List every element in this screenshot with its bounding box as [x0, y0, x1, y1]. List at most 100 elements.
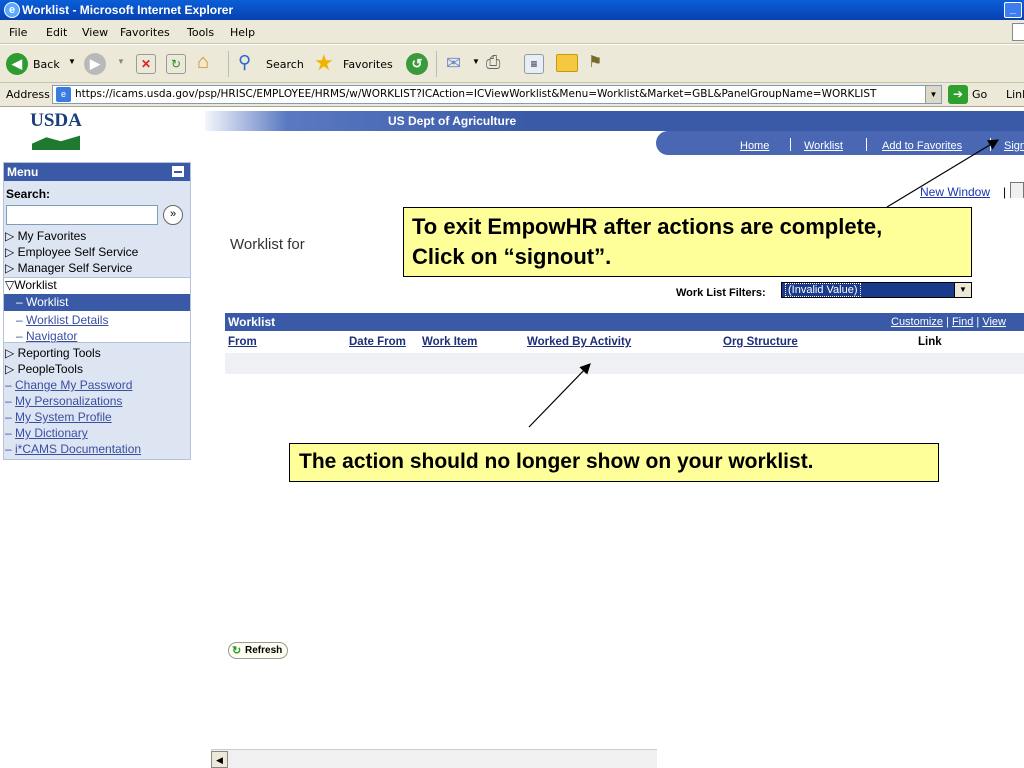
menu-favorites[interactable]: Favorites	[120, 26, 170, 39]
menu-item-worklist[interactable]: – Worklist	[16, 295, 68, 309]
usda-logo-text: USDA	[30, 110, 82, 131]
stop-icon[interactable]: ✕	[136, 54, 156, 74]
refresh-icon[interactable]: ↻	[166, 54, 186, 74]
ie-logo-icon: e	[4, 2, 20, 18]
nav-add-to-favorites-link[interactable]: Add to Favorites	[882, 140, 962, 152]
find-link[interactable]: Find	[952, 316, 973, 328]
menu-header: Menu	[4, 163, 190, 181]
mail-icon[interactable]: ✉	[446, 53, 461, 74]
menu-help[interactable]: Help	[230, 26, 255, 39]
address-field[interactable]: e https://icams.usda.gov/psp/HRISC/EMPLO…	[52, 85, 942, 104]
new-window-separator: |	[1003, 185, 1007, 199]
search-icon[interactable]: ⚲	[238, 52, 251, 73]
menu-item-icams-documentation[interactable]: – i*CAMS Documentation	[5, 442, 141, 456]
menu-item-employee-self-service[interactable]: ▷ Employee Self Service	[5, 245, 138, 259]
toolbar: ◀ Back ▼ ▶ ▼ ✕ ↻ ⌂ ⚲ Search ★ Favorites …	[0, 45, 1024, 83]
menu-bar: File Edit View Favorites Tools Help	[0, 20, 1024, 44]
links-label[interactable]: Link	[1006, 88, 1024, 101]
forward-dropdown-icon[interactable]: ▼	[117, 57, 125, 66]
new-window-link[interactable]: New Window	[920, 185, 990, 199]
search-button-label[interactable]: Search	[266, 58, 304, 71]
signout-instruction-callout: To exit EmpowHR after actions are comple…	[403, 207, 972, 277]
menu-edit[interactable]: Edit	[46, 26, 67, 39]
back-button-label[interactable]: Back	[33, 58, 60, 71]
callout-line-2: Click on “signout”.	[412, 244, 612, 269]
refresh-button[interactable]: ↻ Refresh	[228, 642, 288, 659]
menu-item-manager-self-service[interactable]: ▷ Manager Self Service	[5, 261, 132, 275]
toolbar-separator	[228, 51, 229, 77]
menu-item-peopletools[interactable]: ▷ PeopleTools	[5, 362, 83, 376]
column-link: Link	[918, 336, 942, 348]
worklist-for-heading: Worklist for	[230, 236, 305, 253]
address-dropdown-icon[interactable]: ▼	[925, 86, 941, 103]
messenger-icon[interactable]: ⚑	[588, 52, 602, 72]
address-label: Address	[6, 88, 50, 101]
menu-search-label: Search:	[6, 187, 51, 201]
edit-icon[interactable]: ≡	[524, 54, 544, 74]
nav-worklist-link[interactable]: Worklist	[804, 140, 843, 152]
worklist-filter-select[interactable]: (Invalid Value) ▼	[781, 282, 972, 298]
menu-tools[interactable]: Tools	[187, 26, 214, 39]
back-dropdown-icon[interactable]: ▼	[68, 57, 76, 66]
menu-item-my-dictionary[interactable]: – My Dictionary	[5, 426, 88, 440]
favorites-star-icon[interactable]: ★	[314, 50, 334, 76]
grid-tools: Customize | Find | View	[891, 316, 1006, 328]
menu-search-input[interactable]	[6, 205, 158, 225]
customize-link[interactable]: Customize	[891, 316, 943, 328]
column-date-from[interactable]: Date From	[349, 336, 406, 348]
usda-logo[interactable]: USDA	[28, 108, 84, 152]
view-all-link[interactable]: View	[982, 316, 1006, 328]
column-worked-by-activity[interactable]: Worked By Activity	[527, 336, 631, 348]
worklist-grid-title: Worklist	[228, 315, 276, 329]
page-icon: e	[56, 87, 71, 102]
address-url[interactable]: https://icams.usda.gov/psp/HRISC/EMPLOYE…	[75, 88, 876, 100]
horizontal-scrollbar[interactable]: ◀	[211, 749, 657, 768]
column-work-item[interactable]: Work Item	[422, 336, 477, 348]
home-icon[interactable]: ⌂	[197, 51, 209, 74]
menu-item-my-favorites[interactable]: ▷ My Favorites	[5, 229, 86, 243]
favorites-button-label[interactable]: Favorites	[343, 58, 393, 71]
go-arrow-icon[interactable]: ➔	[948, 85, 968, 104]
nav-separator	[790, 138, 791, 151]
menu-collapse-icon[interactable]	[172, 166, 184, 177]
menu-file[interactable]: File	[9, 26, 27, 39]
column-org-structure[interactable]: Org Structure	[723, 336, 798, 348]
menu-item-my-personalizations[interactable]: – My Personalizations	[5, 394, 122, 408]
filter-dropdown-icon[interactable]: ▼	[954, 283, 971, 297]
menu-item-my-system-profile[interactable]: – My System Profile	[5, 410, 112, 424]
column-from[interactable]: From	[228, 336, 257, 348]
menu-title: Menu	[7, 165, 39, 179]
org-name: US Dept of Agriculture	[388, 114, 517, 128]
menu-item-navigator[interactable]: – Navigator	[16, 329, 77, 343]
minimize-button[interactable]: _	[1004, 2, 1022, 18]
mail-dropdown-icon[interactable]: ▼	[472, 57, 480, 66]
window-title: Worklist - Microsoft Internet Explorer	[22, 3, 234, 17]
refresh-icon: ↻	[232, 645, 242, 657]
usda-logo-hills	[32, 135, 80, 150]
menu-item-reporting-tools[interactable]: ▷ Reporting Tools	[5, 346, 101, 360]
nav-home-link[interactable]: Home	[740, 140, 769, 152]
callout-line-1: To exit EmpowHR after actions are comple…	[412, 214, 883, 239]
menu-item-worklist-folder[interactable]: ▽Worklist	[5, 278, 57, 292]
history-icon[interactable]: ↺	[406, 53, 428, 75]
help-icon[interactable]	[1010, 182, 1024, 198]
go-button-label[interactable]: Go	[972, 88, 987, 101]
back-arrow-icon[interactable]: ◀	[6, 53, 28, 75]
left-menu: Menu Search: » ▷ My Favorites ▷ Employee…	[3, 162, 191, 460]
forward-arrow-icon[interactable]: ▶	[84, 53, 106, 75]
menu-view[interactable]: View	[82, 26, 108, 39]
worklist-empty-row	[225, 353, 1024, 374]
nav-signout-link[interactable]: Sign	[1004, 140, 1024, 152]
menu-item-worklist-details[interactable]: – Worklist Details	[16, 313, 108, 327]
folder-icon[interactable]	[556, 54, 578, 72]
worklist-note-text: The action should no longer show on your…	[299, 450, 814, 473]
grid-tools-separator: |	[946, 316, 949, 328]
scroll-left-icon[interactable]: ◀	[211, 751, 228, 768]
menu-search-go-icon[interactable]: »	[163, 205, 183, 225]
print-icon[interactable]: ⎙	[486, 52, 500, 73]
worklist-note-callout: The action should no longer show on your…	[289, 443, 939, 482]
toolbar-separator	[436, 51, 437, 77]
header-nav: Home Worklist Add to Favorites Sign	[656, 131, 1024, 155]
worklist-grid-columns: From Date From Work Item Worked By Activ…	[225, 333, 1024, 353]
menu-item-change-password[interactable]: – Change My Password	[5, 378, 132, 392]
